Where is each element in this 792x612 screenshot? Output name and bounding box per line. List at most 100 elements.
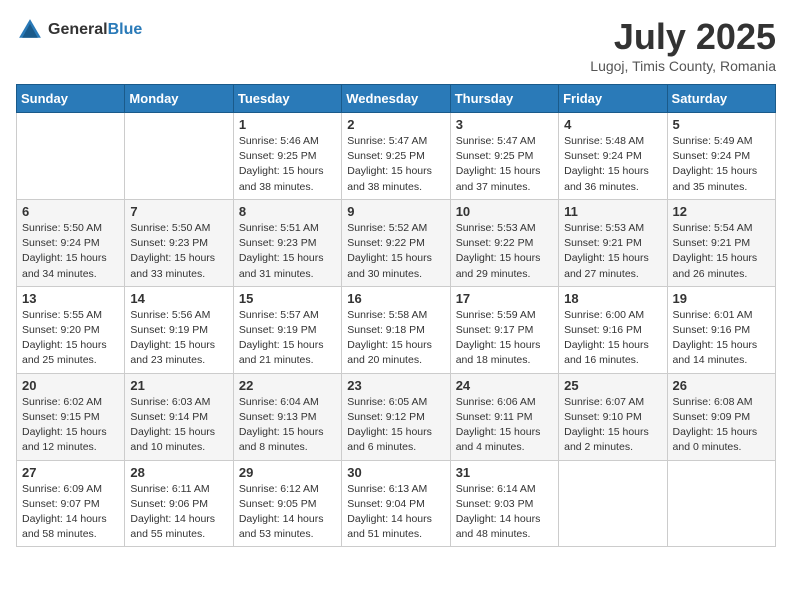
calendar-cell: 3 Sunrise: 5:47 AM Sunset: 9:25 PM Daylig… bbox=[450, 113, 558, 200]
day-number: 31 bbox=[456, 465, 553, 480]
day-number: 15 bbox=[239, 291, 336, 306]
calendar-cell: 23 Sunrise: 6:05 AM Sunset: 9:12 PM Dayli… bbox=[342, 373, 450, 460]
day-info: Sunrise: 5:56 AM Sunset: 9:19 PM Dayligh… bbox=[130, 308, 227, 369]
day-info: Sunrise: 6:03 AM Sunset: 9:14 PM Dayligh… bbox=[130, 395, 227, 456]
day-number: 2 bbox=[347, 117, 444, 132]
day-number: 6 bbox=[22, 204, 119, 219]
day-info: Sunrise: 5:58 AM Sunset: 9:18 PM Dayligh… bbox=[347, 308, 444, 369]
day-number: 21 bbox=[130, 378, 227, 393]
day-number: 26 bbox=[673, 378, 770, 393]
day-info: Sunrise: 6:00 AM Sunset: 9:16 PM Dayligh… bbox=[564, 308, 661, 369]
day-number: 3 bbox=[456, 117, 553, 132]
calendar-week-3: 13Sunrise: 5:55 AM Sunset: 9:20 PM Dayli… bbox=[17, 286, 776, 373]
calendar-cell: 18 Sunrise: 6:00 AM Sunset: 9:16 PM Dayli… bbox=[559, 286, 667, 373]
weekday-header-saturday: Saturday bbox=[667, 85, 775, 113]
day-info: Sunrise: 6:13 AM Sunset: 9:04 PM Dayligh… bbox=[347, 482, 444, 543]
calendar-cell: 30Sunrise: 6:13 AM Sunset: 9:04 PM Dayli… bbox=[342, 460, 450, 547]
calendar-cell: 9 Sunrise: 5:52 AM Sunset: 9:22 PM Daylig… bbox=[342, 199, 450, 286]
day-info: Sunrise: 5:48 AM Sunset: 9:24 PM Dayligh… bbox=[564, 134, 661, 195]
day-number: 13 bbox=[22, 291, 119, 306]
day-number: 19 bbox=[673, 291, 770, 306]
calendar-cell: 14 Sunrise: 5:56 AM Sunset: 9:19 PM Dayli… bbox=[125, 286, 233, 373]
day-info: Sunrise: 6:01 AM Sunset: 9:16 PM Dayligh… bbox=[673, 308, 770, 369]
day-info: Sunrise: 6:06 AM Sunset: 9:11 PM Dayligh… bbox=[456, 395, 553, 456]
day-info: Sunrise: 5:53 AM Sunset: 9:21 PM Dayligh… bbox=[564, 221, 661, 282]
day-number: 8 bbox=[239, 204, 336, 219]
day-number: 11 bbox=[564, 204, 661, 219]
day-info: Sunrise: 6:05 AM Sunset: 9:12 PM Dayligh… bbox=[347, 395, 444, 456]
calendar-cell bbox=[17, 113, 125, 200]
calendar-cell bbox=[667, 460, 775, 547]
location-title: Lugoj, Timis County, Romania bbox=[590, 58, 776, 74]
day-number: 20 bbox=[22, 378, 119, 393]
weekday-header-tuesday: Tuesday bbox=[233, 85, 341, 113]
day-number: 22 bbox=[239, 378, 336, 393]
calendar-cell: 17Sunrise: 5:59 AM Sunset: 9:17 PM Dayli… bbox=[450, 286, 558, 373]
calendar-cell: 20 Sunrise: 6:02 AM Sunset: 9:15 PM Dayli… bbox=[17, 373, 125, 460]
calendar-cell: 16 Sunrise: 5:58 AM Sunset: 9:18 PM Dayli… bbox=[342, 286, 450, 373]
day-info: Sunrise: 5:50 AM Sunset: 9:23 PM Dayligh… bbox=[130, 221, 227, 282]
calendar-cell: 6 Sunrise: 5:50 AM Sunset: 9:24 PM Daylig… bbox=[17, 199, 125, 286]
calendar-cell bbox=[559, 460, 667, 547]
day-number: 18 bbox=[564, 291, 661, 306]
logo-general: General bbox=[48, 21, 108, 38]
day-number: 10 bbox=[456, 204, 553, 219]
day-info: Sunrise: 6:09 AM Sunset: 9:07 PM Dayligh… bbox=[22, 482, 119, 543]
day-info: Sunrise: 6:02 AM Sunset: 9:15 PM Dayligh… bbox=[22, 395, 119, 456]
page-header: GeneralBlue July 2025 Lugoj, Timis Count… bbox=[16, 16, 776, 74]
calendar-cell: 7 Sunrise: 5:50 AM Sunset: 9:23 PM Daylig… bbox=[125, 199, 233, 286]
day-info: Sunrise: 6:04 AM Sunset: 9:13 PM Dayligh… bbox=[239, 395, 336, 456]
weekday-header-thursday: Thursday bbox=[450, 85, 558, 113]
day-info: Sunrise: 5:50 AM Sunset: 9:24 PM Dayligh… bbox=[22, 221, 119, 282]
calendar-week-2: 6 Sunrise: 5:50 AM Sunset: 9:24 PM Daylig… bbox=[17, 199, 776, 286]
calendar-cell: 21 Sunrise: 6:03 AM Sunset: 9:14 PM Dayli… bbox=[125, 373, 233, 460]
calendar-cell: 2Sunrise: 5:47 AM Sunset: 9:25 PM Daylig… bbox=[342, 113, 450, 200]
day-info: Sunrise: 5:54 AM Sunset: 9:21 PM Dayligh… bbox=[673, 221, 770, 282]
calendar-cell: 28 Sunrise: 6:11 AM Sunset: 9:06 PM Dayli… bbox=[125, 460, 233, 547]
day-number: 27 bbox=[22, 465, 119, 480]
calendar-cell: 26 Sunrise: 6:08 AM Sunset: 9:09 PM Dayli… bbox=[667, 373, 775, 460]
day-number: 4 bbox=[564, 117, 661, 132]
calendar-cell: 19 Sunrise: 6:01 AM Sunset: 9:16 PM Dayli… bbox=[667, 286, 775, 373]
weekday-header-friday: Friday bbox=[559, 85, 667, 113]
calendar-cell: 8 Sunrise: 5:51 AM Sunset: 9:23 PM Daylig… bbox=[233, 199, 341, 286]
day-number: 7 bbox=[130, 204, 227, 219]
calendar-cell: 13Sunrise: 5:55 AM Sunset: 9:20 PM Dayli… bbox=[17, 286, 125, 373]
logo-blue: Blue bbox=[108, 21, 143, 38]
calendar-cell: 29 Sunrise: 6:12 AM Sunset: 9:05 PM Dayli… bbox=[233, 460, 341, 547]
day-info: Sunrise: 5:52 AM Sunset: 9:22 PM Dayligh… bbox=[347, 221, 444, 282]
day-info: Sunrise: 6:07 AM Sunset: 9:10 PM Dayligh… bbox=[564, 395, 661, 456]
weekday-header-wednesday: Wednesday bbox=[342, 85, 450, 113]
calendar-cell: 15Sunrise: 5:57 AM Sunset: 9:19 PM Dayli… bbox=[233, 286, 341, 373]
day-info: Sunrise: 5:59 AM Sunset: 9:17 PM Dayligh… bbox=[456, 308, 553, 369]
day-info: Sunrise: 6:12 AM Sunset: 9:05 PM Dayligh… bbox=[239, 482, 336, 543]
day-number: 14 bbox=[130, 291, 227, 306]
day-info: Sunrise: 5:53 AM Sunset: 9:22 PM Dayligh… bbox=[456, 221, 553, 282]
day-number: 9 bbox=[347, 204, 444, 219]
day-number: 28 bbox=[130, 465, 227, 480]
day-info: Sunrise: 6:14 AM Sunset: 9:03 PM Dayligh… bbox=[456, 482, 553, 543]
day-info: Sunrise: 6:11 AM Sunset: 9:06 PM Dayligh… bbox=[130, 482, 227, 543]
day-info: Sunrise: 5:49 AM Sunset: 9:24 PM Dayligh… bbox=[673, 134, 770, 195]
day-number: 5 bbox=[673, 117, 770, 132]
calendar-cell: 22 Sunrise: 6:04 AM Sunset: 9:13 PM Dayli… bbox=[233, 373, 341, 460]
calendar-cell: 25Sunrise: 6:07 AM Sunset: 9:10 PM Dayli… bbox=[559, 373, 667, 460]
calendar-cell bbox=[125, 113, 233, 200]
calendar-week-4: 20 Sunrise: 6:02 AM Sunset: 9:15 PM Dayli… bbox=[17, 373, 776, 460]
day-number: 16 bbox=[347, 291, 444, 306]
day-info: Sunrise: 5:47 AM Sunset: 9:25 PM Dayligh… bbox=[456, 134, 553, 195]
calendar-cell: 31 Sunrise: 6:14 AM Sunset: 9:03 PM Dayli… bbox=[450, 460, 558, 547]
day-number: 29 bbox=[239, 465, 336, 480]
calendar-cell: 11 Sunrise: 5:53 AM Sunset: 9:21 PM Dayli… bbox=[559, 199, 667, 286]
day-info: Sunrise: 5:51 AM Sunset: 9:23 PM Dayligh… bbox=[239, 221, 336, 282]
calendar-cell: 4 Sunrise: 5:48 AM Sunset: 9:24 PM Daylig… bbox=[559, 113, 667, 200]
day-info: Sunrise: 6:08 AM Sunset: 9:09 PM Dayligh… bbox=[673, 395, 770, 456]
calendar-cell: 27 Sunrise: 6:09 AM Sunset: 9:07 PM Dayli… bbox=[17, 460, 125, 547]
calendar-week-5: 27 Sunrise: 6:09 AM Sunset: 9:07 PM Dayli… bbox=[17, 460, 776, 547]
day-info: Sunrise: 5:46 AM Sunset: 9:25 PM Dayligh… bbox=[239, 134, 336, 195]
month-title: July 2025 bbox=[590, 16, 776, 58]
day-number: 23 bbox=[347, 378, 444, 393]
calendar-table: SundayMondayTuesdayWednesdayThursdayFrid… bbox=[16, 84, 776, 547]
logo: GeneralBlue bbox=[16, 16, 142, 44]
logo-icon bbox=[16, 16, 44, 44]
